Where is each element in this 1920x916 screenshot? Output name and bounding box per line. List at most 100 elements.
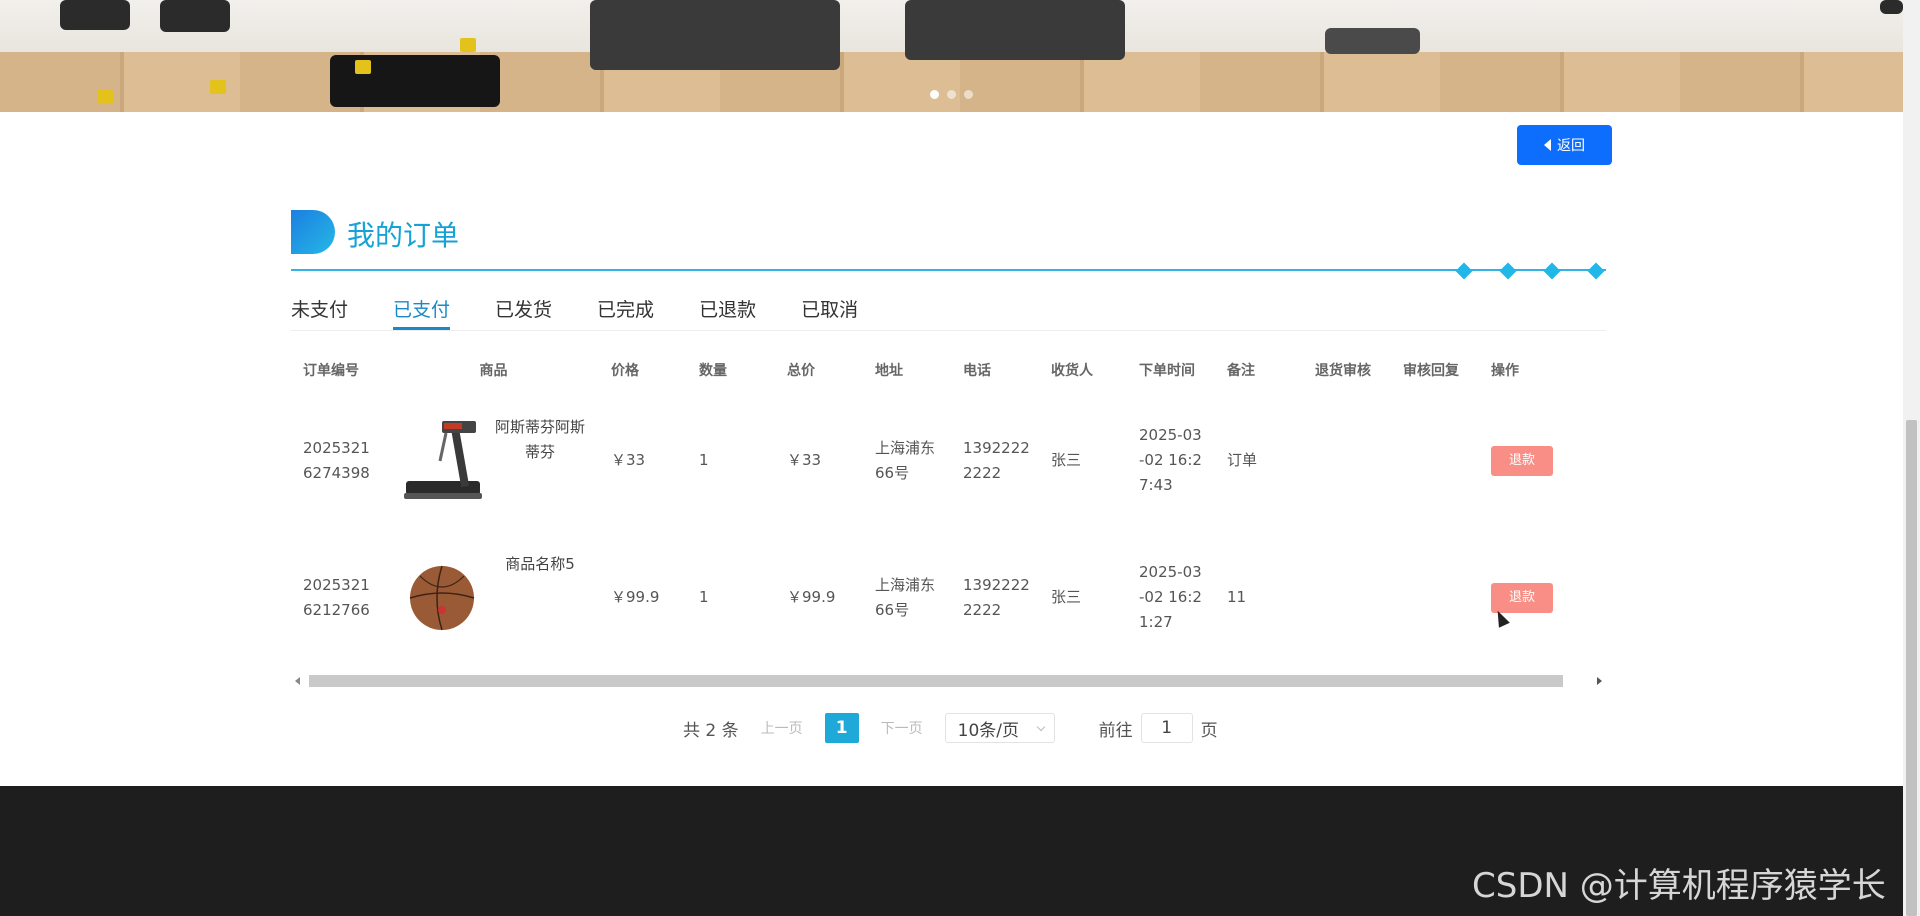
column-header: 商品 bbox=[479, 362, 508, 379]
next-page-button[interactable]: 下一页 bbox=[881, 718, 923, 738]
order-time-cell: 2025-03 -02 16:2 1:27 bbox=[1127, 560, 1215, 635]
banner-yellow-4 bbox=[460, 38, 476, 52]
column-header: 价格 bbox=[611, 362, 639, 379]
address-cell: 上海浦东 66号 bbox=[863, 573, 951, 623]
order-id-line: 6212766 bbox=[303, 600, 370, 619]
tab-2[interactable]: 已发货 bbox=[495, 295, 552, 328]
note-cell: 11 bbox=[1227, 588, 1247, 606]
column-header: 总价 bbox=[787, 362, 815, 379]
order-time-cell: 2025-03 -02 16:2 7:43 bbox=[1127, 423, 1215, 498]
time-line: -02 16:2 bbox=[1139, 451, 1202, 469]
tab-1[interactable]: 已支付 bbox=[393, 295, 451, 330]
goods-name[interactable]: 阿斯蒂芬阿斯 蒂芬 bbox=[485, 415, 595, 465]
time-line: 1:27 bbox=[1139, 613, 1173, 631]
chevron-down-icon bbox=[1036, 722, 1045, 732]
order-status-tabs: 未支付 已支付 已发货 已完成 已退款 已取消 bbox=[291, 295, 903, 330]
page-size-select[interactable]: 10条/页 bbox=[944, 713, 1055, 743]
diamond-icon bbox=[1587, 262, 1605, 280]
scroll-right-icon[interactable] bbox=[1597, 677, 1602, 685]
diamond-icon bbox=[1455, 262, 1473, 280]
order-id-line: 6274398 bbox=[303, 463, 370, 482]
column-header: 操作 bbox=[1491, 362, 1519, 379]
phone-line: 2222 bbox=[963, 600, 1002, 619]
order-id-cell: 2025321 6274398 bbox=[291, 436, 388, 486]
price-cell: ￥99.9 bbox=[611, 588, 660, 606]
time-line: 7:43 bbox=[1139, 476, 1173, 494]
refund-button[interactable]: 退款 bbox=[1491, 582, 1553, 613]
section-header: 我的订单 bbox=[291, 210, 1606, 280]
banner-carousel bbox=[0, 0, 1903, 112]
page-number-button[interactable]: 1 bbox=[824, 713, 859, 743]
phone-cell: 1392222 2222 bbox=[951, 436, 1039, 486]
page-scrollbar[interactable] bbox=[1903, 0, 1920, 916]
title-mark-icon bbox=[291, 210, 335, 254]
phone-cell: 1392222 2222 bbox=[951, 573, 1039, 623]
column-header: 电话 bbox=[963, 362, 991, 379]
column-header: 地址 bbox=[875, 362, 903, 379]
phone-line: 1392222 bbox=[963, 438, 1030, 457]
phone-line: 2222 bbox=[963, 463, 1002, 482]
tab-0[interactable]: 未支付 bbox=[291, 295, 348, 328]
column-header: 退货审核 bbox=[1315, 362, 1371, 379]
time-line: -02 16:2 bbox=[1139, 588, 1202, 606]
basketball-image[interactable] bbox=[400, 548, 485, 648]
column-header: 收货人 bbox=[1051, 362, 1093, 379]
banner-yellow-1 bbox=[97, 90, 113, 104]
carousel-dot[interactable] bbox=[964, 90, 973, 99]
watermark-text: CSDN @计算机程序猿学长 bbox=[1472, 866, 1886, 906]
page-size-value: 10条/页 bbox=[957, 720, 1019, 741]
scroll-left-icon[interactable] bbox=[295, 677, 300, 685]
order-id-line: 2025321 bbox=[303, 438, 370, 457]
goto-page-input[interactable] bbox=[1140, 713, 1193, 743]
banner-treadmill-1 bbox=[590, 0, 840, 70]
goods-name-line: 商品名称5 bbox=[505, 554, 575, 573]
column-header: 订单编号 bbox=[303, 362, 359, 379]
banner-treadmill-2 bbox=[905, 0, 1125, 60]
column-header: 备注 bbox=[1227, 362, 1255, 379]
receiver-cell: 张三 bbox=[1051, 451, 1082, 469]
time-line: 2025-03 bbox=[1139, 426, 1202, 444]
back-button-label: 返回 bbox=[1557, 138, 1585, 154]
order-id-line: 2025321 bbox=[303, 575, 370, 594]
treadmill-image[interactable] bbox=[400, 411, 485, 511]
orders-table: 订单编号 商品 价格 数量 总价 地址 电话 收货人 下单时间 备注 退货审核 审核回复 操作 2025… bbox=[291, 350, 1606, 666]
address-line: 66号 bbox=[875, 600, 910, 619]
goods-name-line: 阿斯蒂芬阿斯 bbox=[494, 417, 585, 436]
table-horizontal-scrollbar[interactable] bbox=[291, 673, 1606, 689]
refund-button[interactable]: 退款 bbox=[1491, 445, 1553, 476]
action-cell: 退款 bbox=[1479, 445, 1567, 476]
title-divider bbox=[291, 269, 1606, 271]
pagination: 共 2 条 上一页 1 下一页 10条/页 前往 页 bbox=[683, 711, 1218, 745]
address-line: 上海浦东 bbox=[875, 575, 936, 594]
banner-machine-1 bbox=[60, 0, 130, 30]
address-line: 66号 bbox=[875, 463, 910, 482]
page-title: 我的订单 bbox=[347, 219, 460, 252]
goto-suffix: 页 bbox=[1200, 720, 1218, 741]
address-line: 上海浦东 bbox=[875, 438, 936, 457]
tab-5[interactable]: 已取消 bbox=[801, 295, 858, 328]
time-line: 2025-03 bbox=[1139, 563, 1202, 581]
table-scrollbar-thumb[interactable] bbox=[309, 675, 1563, 687]
table-header: 订单编号 商品 价格 数量 总价 地址 电话 收货人 下单时间 备注 退货审核 审核回复 操作 bbox=[291, 350, 1606, 392]
back-arrow-icon bbox=[1544, 139, 1551, 151]
quantity-cell: 1 bbox=[699, 588, 709, 606]
tab-4[interactable]: 已退款 bbox=[699, 295, 756, 328]
tabs-divider bbox=[291, 330, 1606, 331]
banner-bench bbox=[1325, 28, 1420, 54]
carousel-dot[interactable] bbox=[947, 90, 956, 99]
banner-edge bbox=[1880, 0, 1903, 14]
back-button[interactable]: 返回 bbox=[1517, 125, 1612, 165]
carousel-dots[interactable] bbox=[930, 90, 973, 99]
prev-page-button[interactable]: 上一页 bbox=[761, 718, 803, 738]
address-cell: 上海浦东 66号 bbox=[863, 436, 951, 486]
goods-name[interactable]: 商品名称5 bbox=[485, 552, 595, 577]
page-scrollbar-thumb[interactable] bbox=[1906, 420, 1917, 916]
banner-machine-2 bbox=[160, 0, 230, 32]
goods-name-line: 蒂芬 bbox=[524, 442, 555, 461]
table-body: 2025321 6274398 阿斯蒂芬阿斯 蒂芬 ￥33 1 ￥33 上海浦东 66… bbox=[291, 392, 1606, 666]
total-cell: ￥99.9 bbox=[787, 588, 836, 606]
tab-3[interactable]: 已完成 bbox=[597, 295, 654, 328]
column-header: 数量 bbox=[699, 362, 727, 379]
quantity-cell: 1 bbox=[699, 451, 709, 469]
carousel-dot[interactable] bbox=[930, 90, 939, 99]
